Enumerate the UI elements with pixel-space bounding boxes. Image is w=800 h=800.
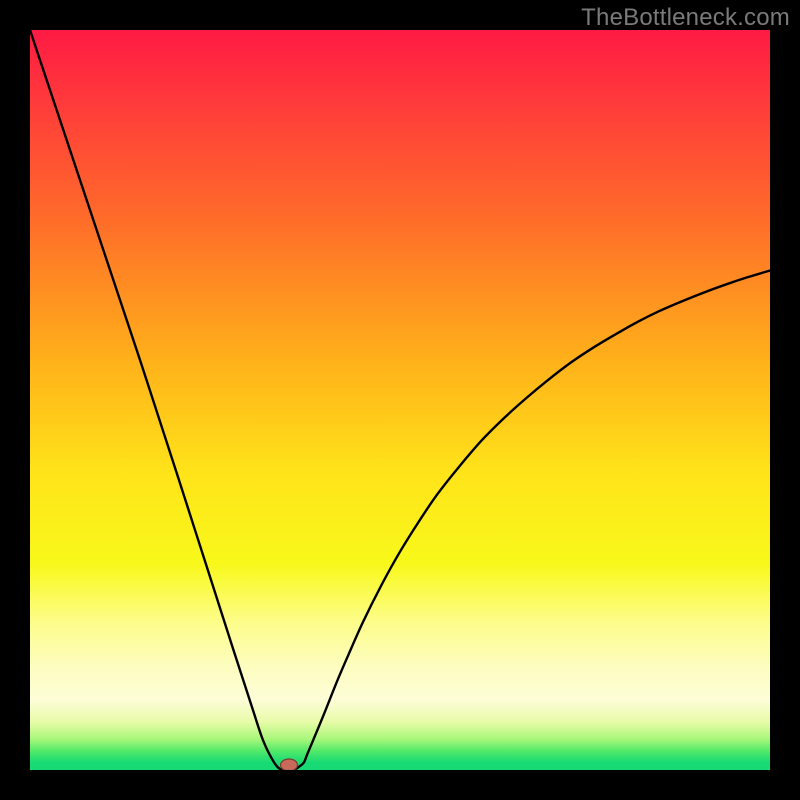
plot-area <box>30 30 770 770</box>
chart-frame: TheBottleneck.com <box>0 0 800 800</box>
minimum-marker <box>281 759 298 770</box>
gradient-background <box>30 30 770 770</box>
bottleneck-chart <box>30 30 770 770</box>
attribution-text: TheBottleneck.com <box>581 4 790 32</box>
